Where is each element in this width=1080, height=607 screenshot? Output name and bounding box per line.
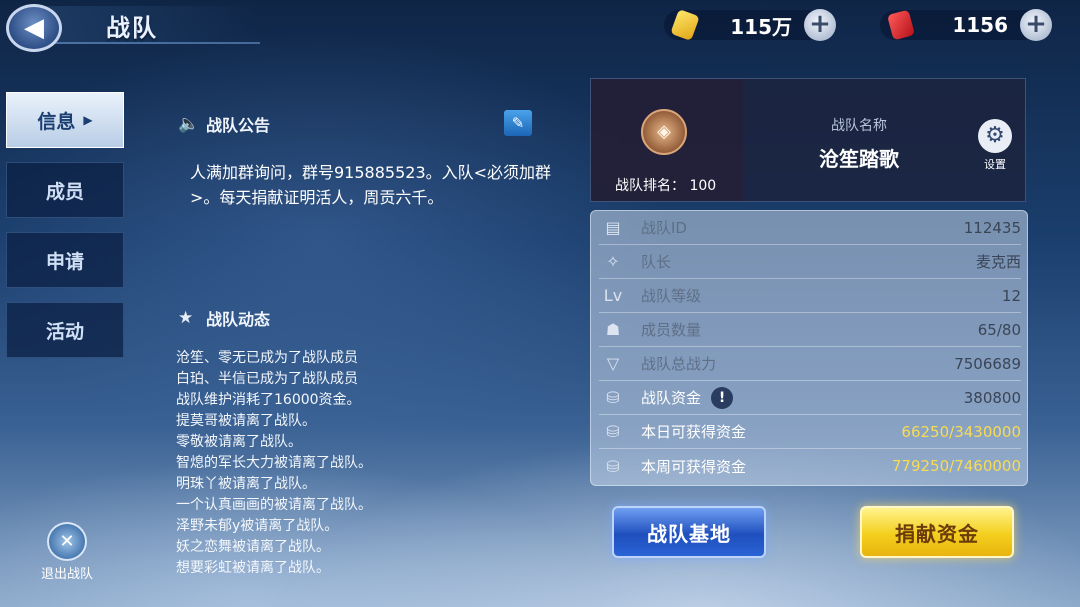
gem-currency: 1156 +: [880, 9, 1052, 41]
list-item: 白珀、半信已成为了战队成员: [176, 371, 358, 387]
level-icon: Lv: [603, 286, 623, 305]
stat-row-level: Lv 战队等级 12: [599, 279, 1021, 313]
announcement-header: 🔈 战队公告: [178, 112, 270, 136]
red-gem-icon: [887, 9, 915, 41]
page-title: 战队: [106, 14, 158, 42]
stat-value: 7506689: [954, 354, 1021, 373]
list-item: 一个认真画画的被请离了战队。: [176, 497, 372, 513]
settings-label: 设置: [984, 158, 1006, 171]
stat-value: 779250/7460000: [891, 457, 1021, 475]
top-bar: ◀ 战队 115万 + 1156 +: [0, 0, 1080, 52]
wings-badge-icon: ✧: [606, 252, 620, 271]
tab-info-label: 信息: [37, 110, 76, 133]
tab-members-label: 成员: [45, 180, 84, 203]
star-icon: ★: [178, 308, 194, 328]
stat-label: 战队总战力: [641, 355, 717, 373]
gold-currency: 115万 +: [664, 9, 836, 41]
announcement-title: 战队公告: [206, 116, 271, 135]
donate-funds-button[interactable]: 捐献资金: [860, 506, 1014, 558]
speaker-icon: 🔈: [178, 114, 200, 134]
stat-row-id: ▤ 战队ID 112435: [599, 211, 1021, 245]
tab-members[interactable]: 成员: [6, 162, 124, 218]
tab-applications[interactable]: 申请: [6, 232, 124, 288]
add-gold-button[interactable]: +: [804, 9, 836, 41]
team-base-button[interactable]: 战队基地: [612, 506, 766, 558]
gold-coin-icon: [670, 9, 700, 41]
coins-icon: ⛁: [606, 422, 620, 441]
list-item: 智熄的军长大力被请离了战队。: [176, 455, 372, 471]
stat-label: 战队资金: [641, 389, 702, 407]
pencil-icon: ✎: [511, 114, 525, 132]
stat-label: 本日可获得资金: [641, 423, 747, 441]
team-stats: ▤ 战队ID 112435 ✧ 队长 麦克西 Lv 战队等级 12 ☗ 成员数量…: [590, 210, 1028, 486]
list-item: 沧笙、零无已成为了战队成员: [176, 350, 358, 366]
team-name-box: 战队名称 沧笙踏歌: [799, 115, 919, 172]
stat-value: 12: [1001, 286, 1021, 305]
list-item: 想要彩虹被请离了战队。: [176, 560, 330, 576]
power-icon: ▽: [606, 354, 620, 373]
list-item: 明珠丫被请离了战队。: [176, 476, 316, 492]
list-item: 妖之恋舞被请离了战队。: [176, 539, 330, 555]
stat-value: 380800: [963, 388, 1021, 407]
add-gem-button[interactable]: +: [1020, 9, 1052, 41]
id-card-icon: ▤: [605, 218, 621, 237]
team-emblem-icon: ◈: [641, 109, 687, 155]
exit-team-label: 退出战队: [40, 567, 93, 582]
team-card: ◈ 战队排名： 100 战队名称 沧笙踏歌 ⚙ 设置: [590, 78, 1026, 202]
stat-row-members: ☗ 成员数量 65/80: [599, 313, 1021, 347]
stat-label: 本周可获得资金: [641, 457, 747, 476]
gear-icon: ⚙: [978, 119, 1012, 153]
stat-row-captain: ✧ 队长 麦克西: [599, 245, 1021, 279]
settings-button[interactable]: ⚙ 设置: [971, 119, 1019, 172]
coins-icon: ⛁: [606, 388, 620, 407]
stat-row-weekly-funds: ⛁ 本周可获得资金 779250/7460000: [599, 449, 1021, 483]
stat-row-daily-funds: ⛁ 本日可获得资金 66250/3430000: [599, 415, 1021, 449]
stat-label: 战队ID: [641, 219, 687, 237]
stat-label: 成员数量: [641, 321, 702, 339]
activity-header: ★ 战队动态: [178, 306, 270, 330]
stat-value: 66250/3430000: [901, 422, 1021, 441]
team-name: 沧笙踏歌: [819, 147, 899, 171]
tab-applications-label: 申请: [45, 250, 84, 273]
list-item: 战队维护消耗了16000资金。: [176, 392, 361, 408]
stat-label: 队长: [641, 253, 672, 271]
exit-door-icon: ✕: [47, 522, 87, 561]
team-rank: 战队排名： 100: [615, 175, 716, 195]
rank-label: 战队排名：: [615, 178, 685, 194]
list-item: 泽野未郁y被请离了战队。: [176, 518, 339, 534]
stat-label: 战队等级: [641, 287, 702, 305]
edit-announcement-button[interactable]: ✎: [504, 110, 532, 136]
stat-value: 112435: [963, 218, 1021, 237]
stat-value: 65/80: [977, 320, 1021, 339]
list-item: 零敬被请离了战队。: [176, 434, 302, 450]
activity-title: 战队动态: [206, 310, 271, 329]
announcement-text: 人满加群询问，群号915885523。入队<必须加群>。每天捐献证明活人，周贡六…: [190, 163, 552, 207]
team-name-caption: 战队名称: [831, 118, 887, 134]
exit-team-button[interactable]: ✕ 退出战队: [36, 522, 98, 582]
stat-value: 麦克西: [975, 253, 1021, 271]
rank-box: ◈ 战队排名： 100: [591, 79, 743, 201]
activity-log: 沧笙、零无已成为了战队成员 白珀、半信已成为了战队成员 战队维护消耗了16000…: [176, 348, 496, 579]
gold-value: 115万: [730, 14, 792, 39]
gem-value: 1156: [952, 13, 1008, 37]
list-item: 提莫哥被请离了战队。: [176, 413, 316, 429]
stat-row-power: ▽ 战队总战力 7506689: [599, 347, 1021, 381]
rank-value: 100: [689, 178, 717, 194]
back-button[interactable]: ◀: [6, 4, 62, 52]
tab-arrow-icon: ▶: [83, 113, 93, 127]
members-icon: ☗: [605, 320, 621, 339]
tab-activities-label: 活动: [45, 320, 84, 343]
tab-info[interactable]: 信息 ▶: [6, 92, 124, 148]
coins-icon: ⛁: [606, 456, 620, 476]
stat-row-funds: ⛁ 战队资金 ! 380800: [599, 381, 1021, 415]
back-arrow-icon: ◀: [24, 13, 44, 43]
warning-icon[interactable]: !: [711, 386, 734, 409]
tab-activities[interactable]: 活动: [6, 302, 124, 358]
